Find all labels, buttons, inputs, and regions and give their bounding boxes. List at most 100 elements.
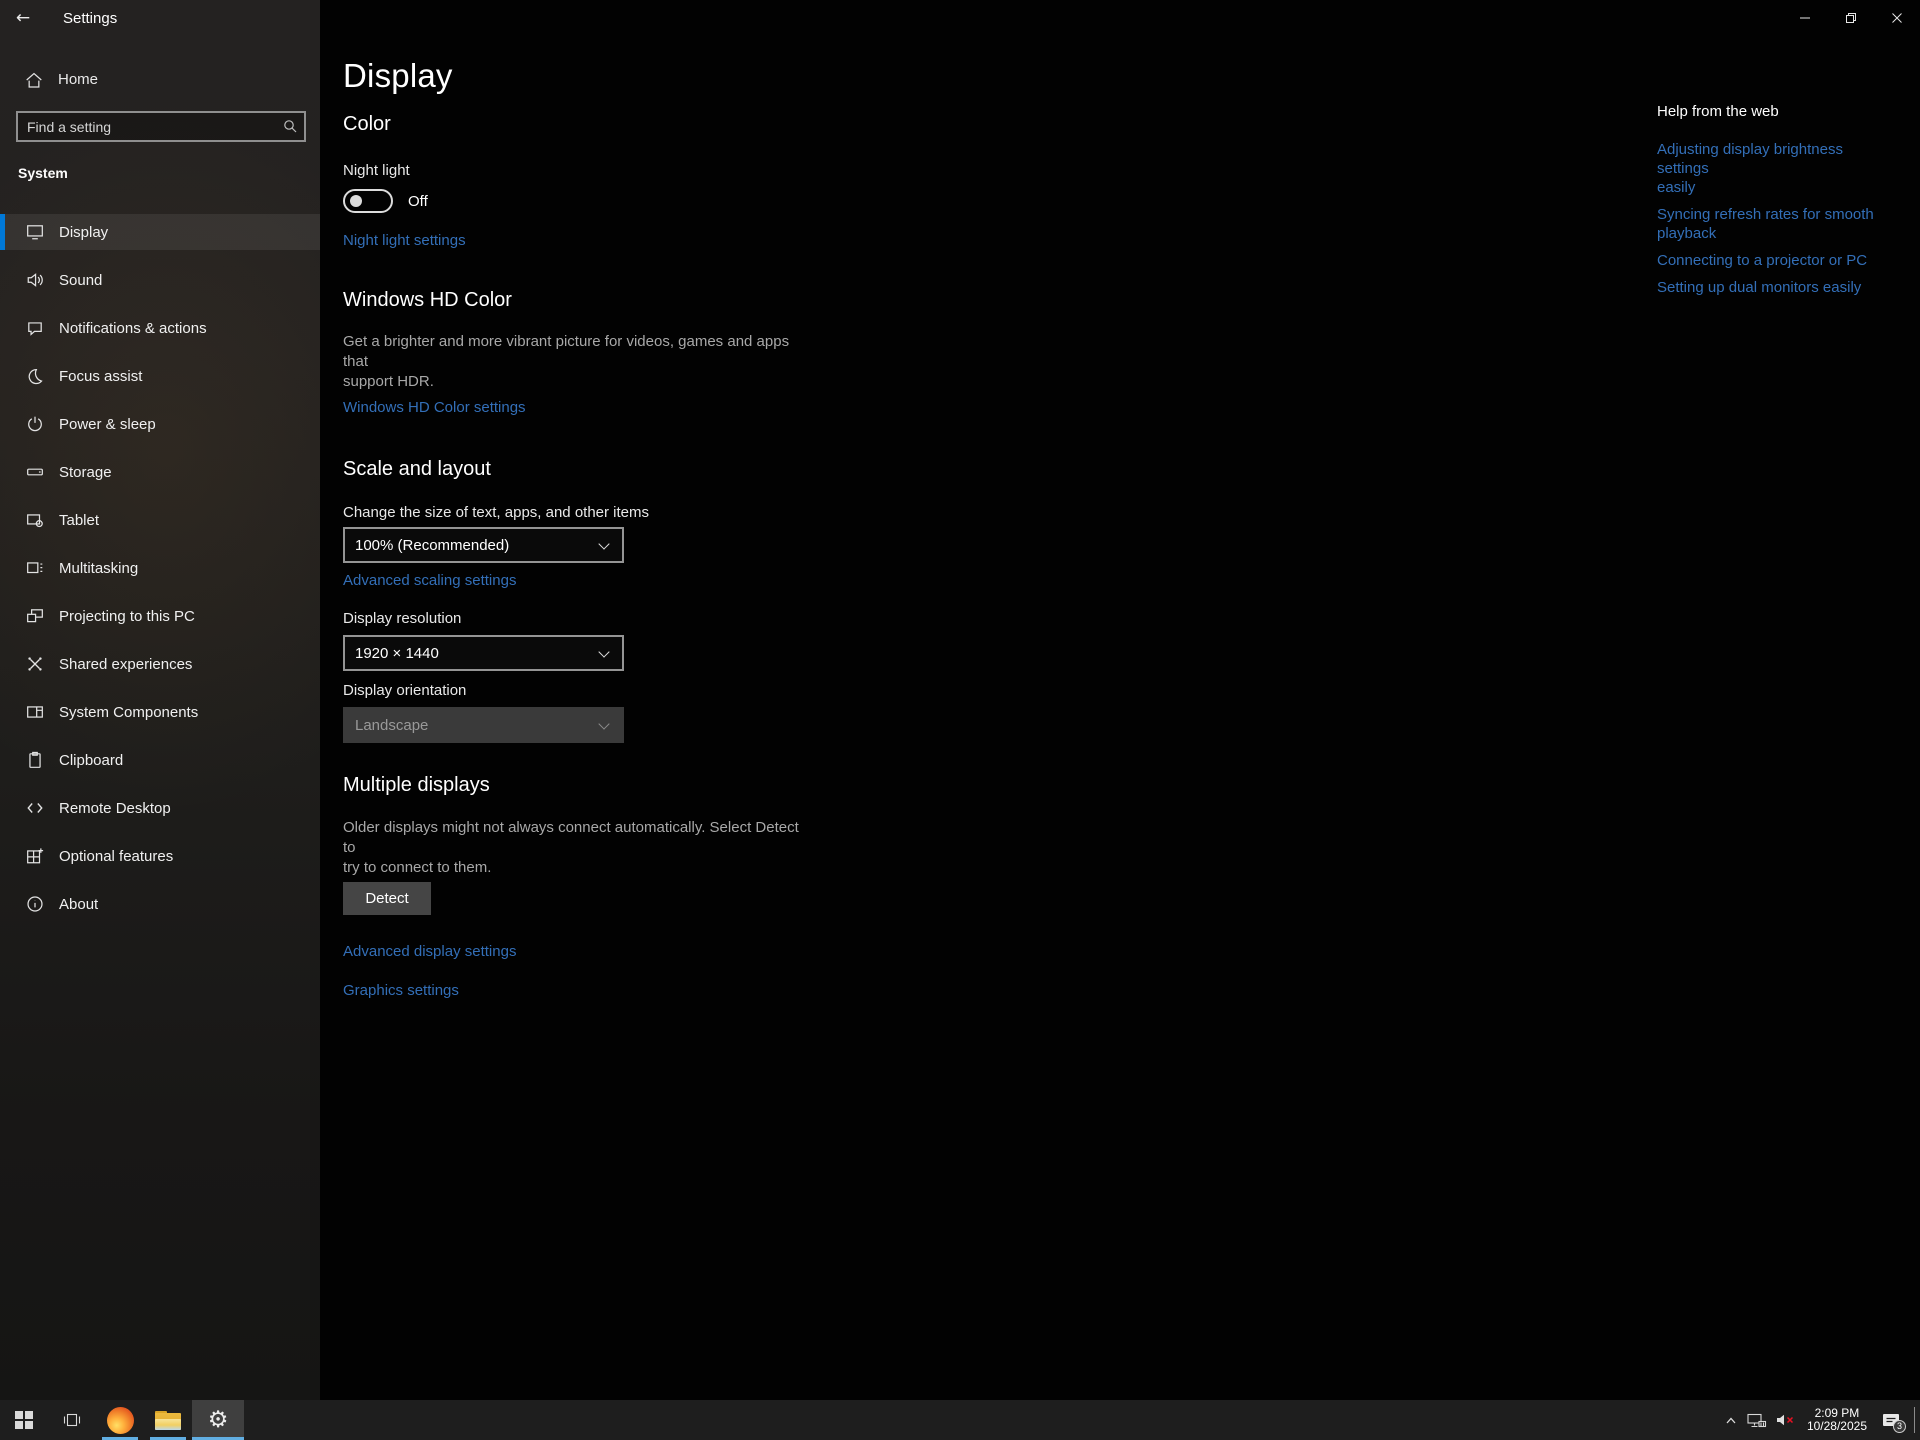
chevron-down-icon <box>598 538 609 549</box>
color-section-header: Color <box>343 112 1080 136</box>
sidebar-item-remote-desktop[interactable]: Remote Desktop <box>0 790 320 826</box>
scale-section-header: Scale and layout <box>343 457 1080 481</box>
system-components-icon <box>25 703 45 721</box>
firefox-icon <box>107 1407 134 1434</box>
power-icon <box>25 415 45 433</box>
gear-icon: ⚙ <box>208 1409 229 1432</box>
sidebar-item-projecting[interactable]: Projecting to this PC <box>0 598 320 634</box>
task-view-button[interactable] <box>48 1400 96 1440</box>
orientation-dropdown: Landscape <box>343 707 624 743</box>
resolution-dropdown[interactable]: 1920 × 1440 <box>343 635 624 671</box>
scale-size-label: Change the size of text, apps, and other… <box>343 504 1080 522</box>
firefox-taskbar-button[interactable] <box>96 1400 144 1440</box>
sidebar-item-system-components[interactable]: System Components <box>0 694 320 730</box>
night-light-label: Night light <box>343 162 1080 180</box>
tray-date: 10/28/2025 <box>1807 1420 1867 1433</box>
sidebar-item-home[interactable]: Home <box>0 62 320 98</box>
sidebar-item-multitasking[interactable]: Multitasking <box>0 550 320 586</box>
advanced-scaling-link[interactable]: Advanced scaling settings <box>343 572 516 590</box>
scale-dropdown[interactable]: 100% (Recommended) <box>343 527 624 563</box>
multiple-displays-description: Older displays might not always connect … <box>343 818 813 878</box>
taskbar: ⚙ 2:09 PM 10/28/2025 3 <box>0 1400 1920 1440</box>
settings-taskbar-button[interactable]: ⚙ <box>192 1400 244 1440</box>
night-light-settings-link[interactable]: Night light settings <box>343 232 466 250</box>
sidebar-item-sound[interactable]: Sound <box>0 262 320 298</box>
file-explorer-icon <box>155 1411 181 1430</box>
multitasking-icon <box>25 559 45 577</box>
sidebar-item-storage[interactable]: Storage <box>0 454 320 490</box>
sidebar-item-notifications[interactable]: Notifications & actions <box>0 310 320 346</box>
sidebar-item-shared-experiences[interactable]: Shared experiences <box>0 646 320 682</box>
restore-button[interactable] <box>1828 0 1874 36</box>
about-icon <box>25 895 45 913</box>
home-icon <box>25 71 43 89</box>
settings-window: ← Settings Home System <box>0 0 1920 1400</box>
projecting-icon <box>25 607 45 625</box>
help-panel: Help from the web Adjusting display brig… <box>1657 103 1897 297</box>
shared-experiences-icon <box>25 655 45 673</box>
help-link-projector[interactable]: Connecting to a projector or PC <box>1657 251 1897 270</box>
sidebar: ← Settings Home System <box>0 0 320 1400</box>
system-tray: 2:09 PM 10/28/2025 3 <box>1724 1400 1920 1440</box>
taskbar-clock[interactable]: 2:09 PM 10/28/2025 <box>1804 1407 1870 1433</box>
detect-button[interactable]: Detect <box>343 882 431 915</box>
sidebar-item-optional-features[interactable]: Optional features <box>0 838 320 874</box>
night-light-toggle[interactable] <box>343 189 393 213</box>
toggle-knob <box>350 195 362 207</box>
action-center-button[interactable]: 3 <box>1879 1409 1903 1431</box>
sidebar-item-tablet[interactable]: Tablet <box>0 502 320 538</box>
file-explorer-taskbar-button[interactable] <box>144 1400 192 1440</box>
titlebar: ← Settings <box>0 0 320 36</box>
orientation-dropdown-value: Landscape <box>355 717 428 734</box>
sidebar-item-about[interactable]: About <box>0 886 320 922</box>
hd-color-settings-link[interactable]: Windows HD Color settings <box>343 399 526 417</box>
tray-overflow-chevron-icon[interactable] <box>1724 1415 1738 1425</box>
help-link-dual-monitors[interactable]: Setting up dual monitors easily <box>1657 278 1897 297</box>
task-view-icon <box>62 1410 82 1430</box>
focus-assist-icon <box>25 367 45 385</box>
home-label: Home <box>58 71 98 89</box>
search-box <box>16 111 306 142</box>
selected-indicator <box>0 214 5 250</box>
notifications-icon <box>25 319 45 337</box>
sidebar-item-clipboard[interactable]: Clipboard <box>0 742 320 778</box>
network-icon[interactable] <box>1747 1413 1767 1428</box>
hd-color-section-header: Windows HD Color <box>343 288 1080 312</box>
night-light-toggle-row: Off <box>343 189 1080 213</box>
search-icon[interactable] <box>282 118 298 134</box>
help-link-refresh-rates[interactable]: Syncing refresh rates for smooth playbac… <box>1657 205 1897 243</box>
sidebar-item-display[interactable]: Display <box>0 214 320 250</box>
sidebar-nav: Display Sound Notifications & actions <box>0 214 320 922</box>
chevron-down-icon <box>598 646 609 657</box>
main-content: Display Color Night light Off Night ligh… <box>320 0 1920 1400</box>
help-link-brightness[interactable]: Adjusting display brightness settings ea… <box>1657 140 1897 197</box>
help-title: Help from the web <box>1657 103 1897 121</box>
resolution-dropdown-value: 1920 × 1440 <box>355 645 439 662</box>
storage-icon <box>25 463 45 481</box>
sidebar-item-focus-assist[interactable]: Focus assist <box>0 358 320 394</box>
tablet-icon <box>25 511 45 529</box>
advanced-display-settings-link[interactable]: Advanced display settings <box>343 943 516 961</box>
show-desktop-divider[interactable] <box>1914 1407 1915 1433</box>
clipboard-icon <box>25 751 45 769</box>
window-controls <box>1782 0 1920 36</box>
window-title: Settings <box>63 10 117 27</box>
sidebar-item-power-sleep[interactable]: Power & sleep <box>0 406 320 442</box>
back-button[interactable]: ← <box>0 0 46 36</box>
hd-color-description: Get a brighter and more vibrant picture … <box>343 332 813 392</box>
multiple-displays-header: Multiple displays <box>343 773 1080 797</box>
sound-icon <box>25 271 45 289</box>
volume-muted-icon[interactable] <box>1776 1413 1795 1427</box>
graphics-settings-link[interactable]: Graphics settings <box>343 982 459 1000</box>
search-input[interactable] <box>16 111 306 142</box>
display-icon <box>25 223 45 241</box>
start-button[interactable] <box>0 1400 48 1440</box>
optional-features-icon <box>25 847 45 865</box>
page-title: Display <box>343 57 1080 95</box>
remote-desktop-icon <box>25 799 45 817</box>
display-settings-page: Display Color Night light Off Night ligh… <box>320 0 1080 1000</box>
close-button[interactable] <box>1874 0 1920 36</box>
sidebar-section-label: System <box>0 165 320 181</box>
minimize-button[interactable] <box>1782 0 1828 36</box>
notification-badge: 3 <box>1893 1420 1906 1433</box>
